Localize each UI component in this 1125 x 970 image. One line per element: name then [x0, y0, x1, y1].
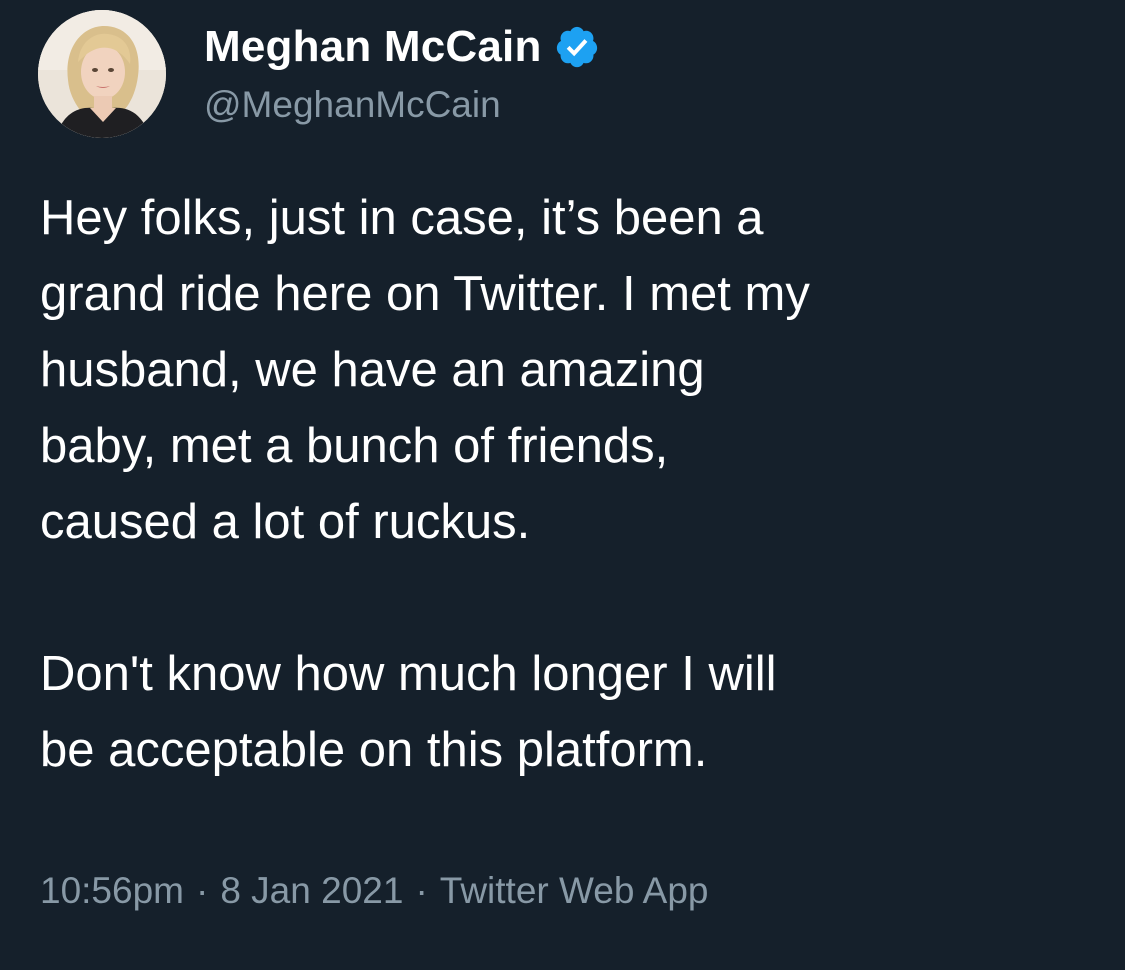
tweet-paragraph: Hey folks, just in case, it’s been a gra…: [40, 191, 810, 549]
tweet-source-link[interactable]: Twitter Web App: [440, 870, 709, 912]
tweet-card: Meghan McCain @MeghanMcCain Hey folks, j…: [0, 0, 1125, 970]
tweet-paragraph: Don't know how much longer I will be acc…: [40, 647, 777, 777]
avatar[interactable]: [38, 10, 166, 138]
tweet-date[interactable]: 8 Jan 2021: [220, 870, 403, 912]
author-handle[interactable]: @MeghanMcCain: [204, 84, 501, 126]
author-name-row: Meghan McCain: [204, 18, 600, 76]
meta-separator: ·: [415, 870, 428, 911]
tweet-metadata: 10:56pm · 8 Jan 2021 · Twitter Web App: [40, 870, 709, 912]
verified-badge-icon: [554, 24, 600, 70]
author-display-name[interactable]: Meghan McCain: [204, 22, 542, 72]
avatar-image: [38, 10, 166, 138]
tweet-text: Hey folks, just in case, it’s been a gra…: [40, 180, 1090, 788]
tweet-time[interactable]: 10:56pm: [40, 870, 184, 912]
meta-separator: ·: [196, 870, 209, 911]
